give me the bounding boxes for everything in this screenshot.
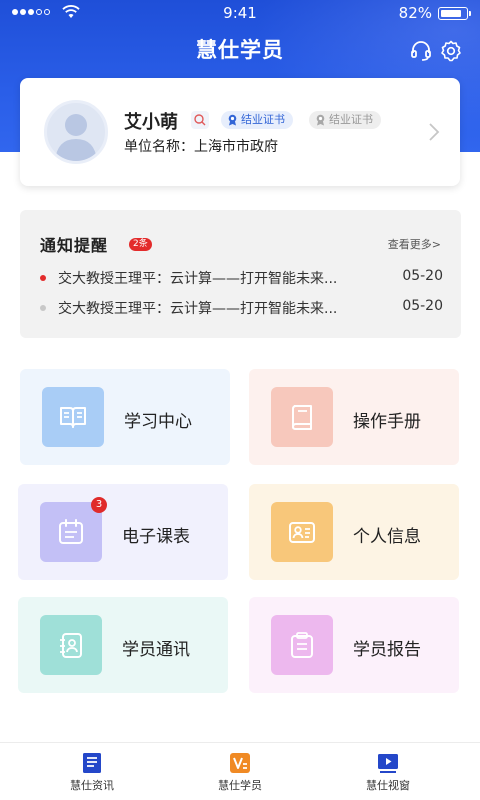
- tile-label: 操作手册: [353, 412, 421, 432]
- search-icon[interactable]: [191, 111, 209, 129]
- certificate-label: 结业证书: [329, 113, 373, 126]
- notice-text: 交大教授王理平：云计算——打开智能未来...: [58, 301, 338, 317]
- battery-percentage: 82%: [398, 4, 432, 22]
- certificate-badge-inactive[interactable]: 结业证书: [309, 111, 381, 129]
- tile-learning-center[interactable]: 学习中心: [20, 369, 230, 465]
- avatar[interactable]: [44, 100, 108, 164]
- tile-label: 学员报告: [353, 640, 421, 660]
- notice-item[interactable]: 交大教授王理平：云计算——打开智能未来... 05-20: [40, 268, 443, 288]
- tab-video[interactable]: 慧仕视窗: [308, 743, 468, 800]
- tile-label: 电子课表: [122, 527, 190, 547]
- contacts-icon: [40, 615, 102, 675]
- tile-student-report[interactable]: 学员报告: [249, 597, 459, 693]
- view-more-link[interactable]: 查看更多>: [388, 236, 441, 252]
- certificate-label: 结业证书: [241, 113, 285, 126]
- id-card-icon: [271, 502, 333, 562]
- notice-count-badge: 2条: [129, 238, 152, 251]
- medal-icon: [316, 114, 325, 126]
- manual-icon: [271, 387, 333, 447]
- headset-icon[interactable]: [410, 40, 432, 62]
- notice-title: 通知提醒: [40, 236, 109, 255]
- battery-level: [441, 10, 461, 17]
- battery-icon: [438, 7, 471, 20]
- notice-text: 交大教授王理平：云计算——打开智能未来...: [58, 271, 338, 287]
- tile-label: 学习中心: [124, 412, 192, 432]
- tab-news[interactable]: 慧仕资讯: [12, 743, 172, 800]
- book-open-icon: [42, 387, 104, 447]
- status-bar: 9:41 82%: [0, 0, 480, 26]
- profile-card[interactable]: 艾小萌 结业证书 结业证书 单位名称：上海市市政府: [20, 78, 460, 186]
- tile-e-schedule[interactable]: 3 电子课表: [18, 484, 228, 580]
- read-dot: [40, 305, 46, 311]
- bottom-tab-bar: 慧仕资讯 慧仕学员 慧仕视窗: [0, 742, 480, 800]
- user-name: 艾小萌: [124, 112, 178, 133]
- tab-label: 慧仕资讯: [70, 779, 114, 792]
- page-title: 慧仕学员: [196, 38, 284, 62]
- certificate-badge-active[interactable]: 结业证书: [221, 111, 293, 129]
- tile-student-contacts[interactable]: 学员通讯: [18, 597, 228, 693]
- tab-label: 慧仕学员: [218, 779, 262, 792]
- tile-personal-info[interactable]: 个人信息: [249, 484, 459, 580]
- tile-label: 学员通讯: [122, 640, 190, 660]
- calendar-icon: [40, 502, 102, 562]
- clipboard-icon: [271, 615, 333, 675]
- notice-date: 05-20: [402, 268, 443, 284]
- notice-panel: 通知提醒 2条 查看更多> 交大教授王理平：云计算——打开智能未来... 05-…: [20, 210, 461, 338]
- tab-students[interactable]: 慧仕学员: [160, 743, 320, 800]
- unread-dot: [40, 275, 46, 281]
- unit-name: 单位名称：上海市市政府: [124, 139, 278, 155]
- medal-icon: [228, 114, 237, 126]
- gear-icon[interactable]: [440, 40, 462, 62]
- user-silhouette-icon: [55, 114, 97, 161]
- notice-item[interactable]: 交大教授王理平：云计算——打开智能未来... 05-20: [40, 298, 443, 318]
- news-icon: [83, 753, 101, 773]
- tile-operation-manual[interactable]: 操作手册: [249, 369, 459, 465]
- tile-label: 个人信息: [353, 527, 421, 547]
- student-icon: [230, 753, 250, 773]
- unread-count-badge: 3: [91, 497, 107, 513]
- chevron-right-icon[interactable]: [428, 122, 440, 142]
- video-icon: [378, 754, 398, 773]
- notice-date: 05-20: [402, 298, 443, 314]
- tab-label: 慧仕视窗: [366, 779, 410, 792]
